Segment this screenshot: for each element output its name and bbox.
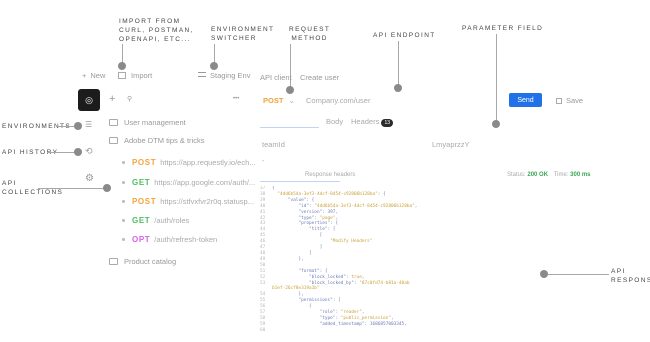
- request-item[interactable]: OPT /auth/refresh-token: [122, 235, 217, 244]
- environments-icon[interactable]: ☰: [85, 120, 92, 129]
- folder-user-management[interactable]: User management: [109, 118, 186, 127]
- connector-dot: [74, 148, 82, 156]
- folder-open-icon: [109, 137, 118, 144]
- send-button[interactable]: Send: [509, 93, 542, 107]
- save-icon: [556, 98, 562, 104]
- method-label: GET: [132, 178, 151, 187]
- connector-dot: [394, 84, 402, 92]
- connector-line: [38, 188, 106, 189]
- method-label: POST: [132, 158, 157, 167]
- new-label: New: [90, 71, 106, 80]
- request-item[interactable]: POST https://app.requestly.io/ech...: [122, 158, 256, 167]
- response-body-code: 37{ 38 "4dd6b54a-3ef3-4dcf-8454-c92806b1…: [260, 186, 418, 333]
- save-button[interactable]: Save: [556, 96, 583, 105]
- connector-line: [398, 41, 399, 87]
- bullet-icon: [122, 219, 125, 222]
- annotation-parameter-field: PARAMETER FIELD: [462, 25, 544, 32]
- connector-dot: [103, 184, 111, 192]
- folder-icon: [109, 119, 118, 126]
- request-url: /auth/roles: [154, 216, 190, 225]
- connector-dot: [210, 62, 218, 70]
- annotation-request-method: REQUEST METHOD: [289, 26, 331, 42]
- request-item[interactable]: GET https://app.google.com/auth/...: [122, 178, 255, 187]
- annotation-api-endpoint: API ENDPOINT: [373, 32, 436, 39]
- tab-headers-label: Headers: [351, 117, 380, 126]
- folder-adobe-dtm[interactable]: Adobe DTM tips & tricks: [109, 136, 204, 145]
- send-label: Send: [517, 96, 534, 104]
- connector-dot: [492, 120, 500, 128]
- environment-label: Staging Env: [210, 71, 251, 80]
- method-label: POST: [132, 197, 157, 206]
- connector-dot: [118, 62, 126, 70]
- environment-icon: [198, 72, 206, 77]
- collections-toggle-button[interactable]: ◎: [78, 89, 100, 111]
- url-input[interactable]: Company.com/user: [306, 96, 370, 105]
- collections-icon: ◎: [85, 94, 93, 105]
- annotation-import-from: IMPORT FROM cURL, Postman, OpenAPI, etc.…: [119, 18, 194, 43]
- import-icon: [118, 72, 126, 79]
- time-value: 300 ms: [570, 172, 591, 178]
- tab-create-user[interactable]: Create user: [300, 73, 339, 82]
- request-item[interactable]: POST https://stfvxfvr2r0q.statusp...: [122, 197, 254, 206]
- headers-count-badge: 13: [381, 119, 394, 127]
- method-select[interactable]: POST ⌄: [263, 96, 295, 105]
- history-icon[interactable]: ⟲: [85, 146, 93, 157]
- param-key-input[interactable]: teamId: [262, 140, 285, 149]
- add-icon[interactable]: +: [109, 93, 115, 105]
- request-url: https://app.google.com/auth/...: [154, 178, 256, 187]
- response-headers-tab[interactable]: Response headers: [305, 172, 355, 178]
- param-value-input[interactable]: LmyaprzzY: [432, 140, 470, 149]
- annotation-api-response: API RESPONSE: [611, 268, 650, 284]
- param-empty-row[interactable]: -: [262, 156, 265, 165]
- annotation-environment-switcher: ENVIRONMENT SWITCHER: [211, 26, 275, 42]
- new-button[interactable]: + New: [82, 71, 105, 80]
- import-label: Import: [131, 71, 153, 80]
- more-options-icon[interactable]: •••: [233, 96, 239, 102]
- tab-headers[interactable]: Headers 13: [351, 117, 394, 127]
- settings-icon[interactable]: ⚙: [85, 173, 94, 184]
- request-url: /auth/refresh-token: [154, 235, 218, 244]
- plus-icon: +: [82, 71, 87, 80]
- chevron-down-icon: ⌄: [288, 96, 295, 105]
- status-label: Status:: [507, 172, 526, 178]
- response-status: Status: 200 OK Time: 300 ms: [507, 172, 591, 178]
- connector-dot: [74, 122, 82, 130]
- folder-product-catalog[interactable]: Product catalog: [109, 257, 176, 266]
- method-label: OPT: [132, 235, 151, 244]
- request-item[interactable]: GET /auth/roles: [122, 216, 189, 225]
- bullet-icon: [122, 238, 125, 241]
- connector-dot: [286, 86, 294, 94]
- connector-line: [496, 34, 497, 122]
- bullet-icon: [122, 161, 125, 164]
- import-button[interactable]: Import: [118, 71, 152, 80]
- search-icon[interactable]: ⚲: [127, 95, 132, 103]
- response-tab-underline: [260, 181, 340, 182]
- folder-label: User management: [124, 118, 186, 127]
- tab-underline: [260, 127, 319, 128]
- folder-label: Product catalog: [124, 257, 177, 266]
- connector-dot: [540, 270, 548, 278]
- connector-line: [547, 274, 609, 275]
- status-value: 200 OK: [527, 172, 549, 178]
- time-label: Time:: [553, 172, 569, 178]
- tab-api-client[interactable]: API client: [260, 73, 292, 82]
- folder-icon: [109, 258, 118, 265]
- method-label: GET: [132, 216, 151, 225]
- request-url: https://app.requestly.io/ech...: [160, 158, 256, 167]
- request-url: https://stfvxfvr2r0q.statusp...: [160, 197, 254, 206]
- bullet-icon: [122, 181, 125, 184]
- save-label: Save: [566, 96, 584, 105]
- method-value: POST: [263, 96, 284, 105]
- tab-body[interactable]: Body: [326, 117, 343, 126]
- environment-switcher[interactable]: Staging Env: [198, 71, 250, 80]
- bullet-icon: [122, 200, 125, 203]
- connector-line: [290, 44, 291, 89]
- folder-label: Adobe DTM tips & tricks: [124, 136, 205, 145]
